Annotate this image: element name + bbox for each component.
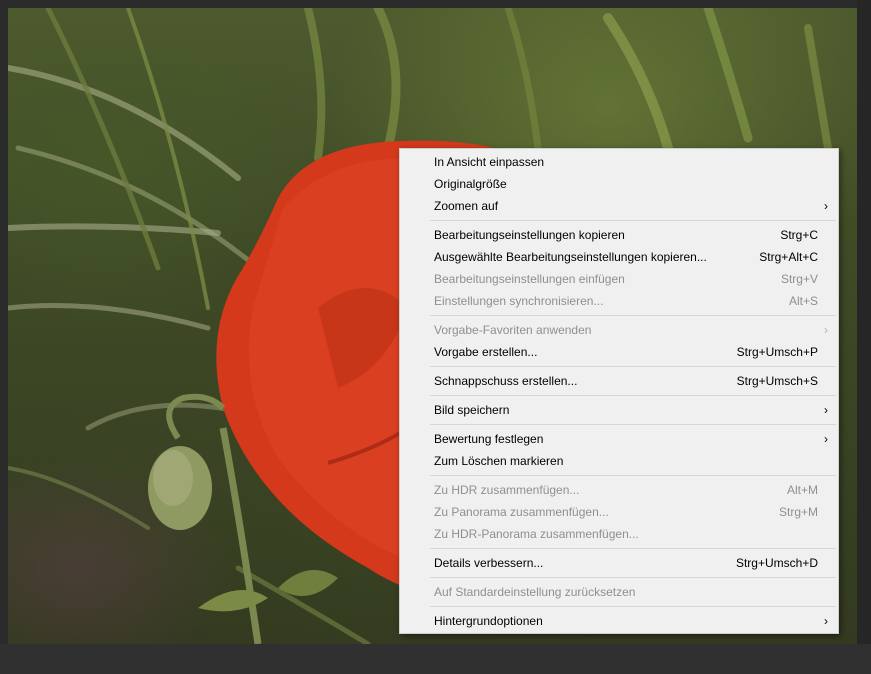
menu-item-zu-hdr-panorama-zusammenfuegen: Zu HDR-Panorama zusammenfügen... [400,523,838,545]
menu-item-bild-speichern[interactable]: Bild speichern › [400,399,838,421]
menu-item-shortcut: Strg+V [780,272,818,286]
menu-item-shortcut: Strg+Umsch+P [736,345,818,359]
menu-item-label: Originalgröße [434,177,507,191]
menu-item-zoomen-auf[interactable]: Zoomen auf › [400,195,838,217]
menu-item-shortcut: Strg+Alt+C [759,250,818,264]
menu-item-label: Auf Standardeinstellung zurücksetzen [434,585,636,599]
context-menu: In Ansicht einpassen Originalgröße Zoomen … [399,148,839,634]
chevron-right-icon: › [824,403,828,417]
menu-item-label: Zoomen auf [434,199,499,213]
menu-item-label: Vorgabe erstellen... [434,345,538,359]
menu-item-bewertung-festlegen[interactable]: Bewertung festlegen › [400,428,838,450]
menu-item-originalgroesse[interactable]: Originalgröße [400,173,838,195]
menu-item-label: Zu HDR zusammenfügen... [434,483,580,497]
menu-item-label: Bearbeitungseinstellungen kopieren [434,228,625,242]
menu-item-in-ansicht-einpassen[interactable]: In Ansicht einpassen [400,151,838,173]
menu-item-label: Ausgewählte Bearbeitungseinstellungen ko… [434,250,707,264]
menu-item-zu-hdr-zusammenfuegen: Zu HDR zusammenfügen... Alt+M [400,479,838,501]
menu-item-hintergrundoptionen[interactable]: Hintergrundoptionen › [400,610,838,632]
menu-separator [430,220,836,221]
menu-item-bearbeitungseinstellungen-kopieren[interactable]: Bearbeitungseinstellungen kopieren Strg+C [400,224,838,246]
menu-item-label: Zu HDR-Panorama zusammenfügen... [434,527,639,541]
menu-item-vorgabe-favoriten-anwenden: Vorgabe-Favoriten anwenden › [400,319,838,341]
menu-item-shortcut: Strg+Umsch+D [735,556,818,570]
menu-item-einstellungen-synchronisieren: Einstellungen synchronisieren... Alt+S [400,290,838,312]
menu-separator [430,548,836,549]
right-panel-edge [857,0,871,674]
menu-separator [430,606,836,607]
menu-item-details-verbessern[interactable]: Details verbessern... Strg+Umsch+D [400,552,838,574]
menu-item-label: Vorgabe-Favoriten anwenden [434,323,592,337]
menu-item-shortcut: Alt+M [786,483,818,497]
menu-item-vorgabe-erstellen[interactable]: Vorgabe erstellen... Strg+Umsch+P [400,341,838,363]
menu-item-zu-panorama-zusammenfuegen: Zu Panorama zusammenfügen... Strg+M [400,501,838,523]
menu-item-label: Einstellungen synchronisieren... [434,294,604,308]
menu-separator [430,395,836,396]
chevron-right-icon: › [824,199,828,213]
menu-item-label: Bearbeitungseinstellungen einfügen [434,272,625,286]
menu-item-label: Bild speichern [434,403,510,417]
menu-item-label: Schnappschuss erstellen... [434,374,578,388]
menu-item-label: Bewertung festlegen [434,432,544,446]
chevron-right-icon: › [824,323,828,337]
menu-item-ausgewaehlte-bearbeitungseinstellungen-kopieren[interactable]: Ausgewählte Bearbeitungseinstellungen ko… [400,246,838,268]
chevron-right-icon: › [824,432,828,446]
menu-item-shortcut: Strg+Umsch+S [736,374,818,388]
menu-item-shortcut: Strg+M [778,505,818,519]
menu-separator [430,366,836,367]
menu-item-label: Zu Panorama zusammenfügen... [434,505,609,519]
menu-separator [430,475,836,476]
menu-item-shortcut: Strg+C [780,228,818,242]
bottom-filmstrip-bar [0,644,871,674]
menu-item-bearbeitungseinstellungen-einfuegen: Bearbeitungseinstellungen einfügen Strg+V [400,268,838,290]
menu-item-label: In Ansicht einpassen [434,155,545,169]
menu-separator [430,424,836,425]
menu-item-label: Hintergrundoptionen [434,614,543,628]
menu-item-label: Zum Löschen markieren [434,454,564,468]
menu-item-shortcut: Alt+S [788,294,818,308]
menu-item-label: Details verbessern... [434,556,544,570]
chevron-right-icon: › [824,614,828,628]
menu-separator [430,577,836,578]
menu-separator [430,315,836,316]
menu-item-schnappschuss-erstellen[interactable]: Schnappschuss erstellen... Strg+Umsch+S [400,370,838,392]
menu-item-zum-loeschen-markieren[interactable]: Zum Löschen markieren [400,450,838,472]
menu-item-auf-standardeinstellung-zuruecksetzen: Auf Standardeinstellung zurücksetzen [400,581,838,603]
